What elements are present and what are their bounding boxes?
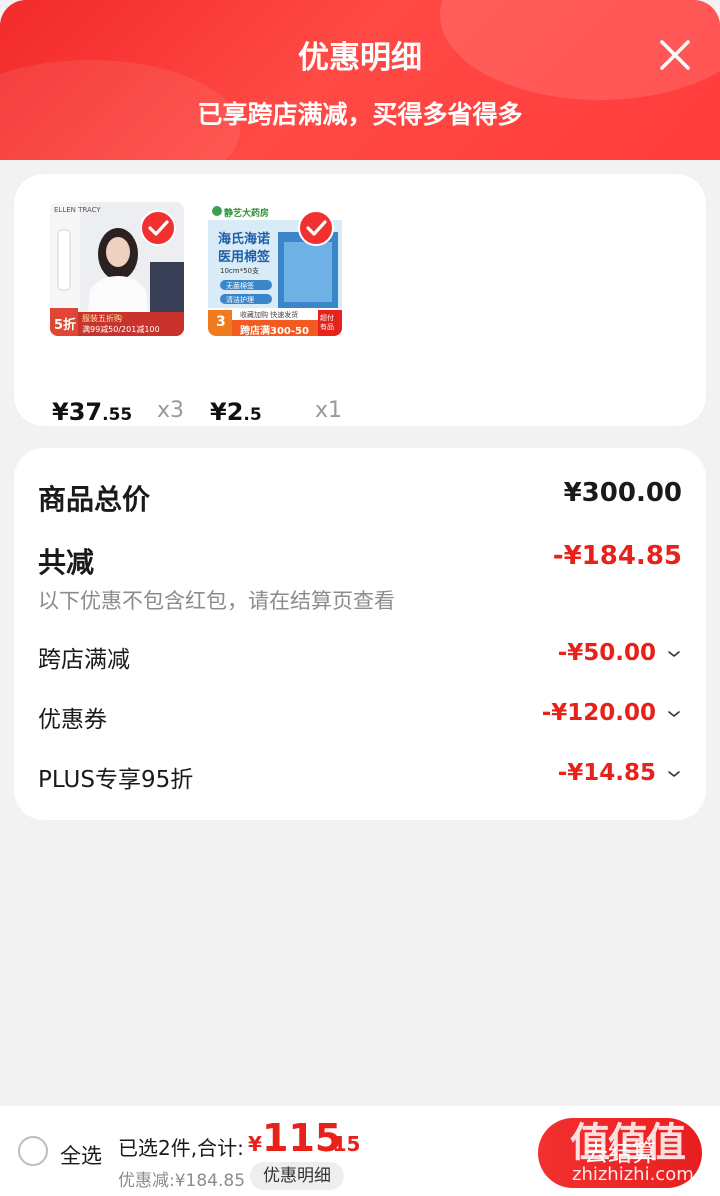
discount-value: -¥14.85 <box>557 760 656 786</box>
discount-row-cross-store[interactable]: 跨店满减 -¥50.00 <box>38 640 682 676</box>
chevron-down-icon[interactable] <box>666 766 682 782</box>
product-item[interactable]: 静艺大药房 海氏海诺 医用棉签 10cm*50支 无菌棉签 清洁护理 3 收藏加… <box>208 202 342 426</box>
discount-detail-button[interactable]: 优惠明细 <box>250 1162 344 1190</box>
total-currency: ¥ <box>248 1132 262 1156</box>
discount-tag: 5折 <box>54 318 77 333</box>
promo-text: 满99减50/201减100 <box>82 325 160 334</box>
checkout-button[interactable]: 去结算 <box>538 1118 702 1188</box>
discount-value: -¥120.00 <box>541 700 656 726</box>
page-title: 优惠明细 <box>298 40 422 76</box>
discount-row-plus[interactable]: PLUS专享95折 -¥14.85 <box>38 760 682 796</box>
total-reduction-row: 共减 -¥184.85 <box>38 541 682 581</box>
price-integer: ¥37 <box>52 398 103 426</box>
total-price-label: 商品总价 <box>38 483 151 516</box>
product-name-line1: 海氏海诺 <box>218 232 271 247</box>
checked-icon[interactable] <box>140 210 176 246</box>
checked-icon[interactable] <box>298 210 334 246</box>
discount-value: -¥50.00 <box>557 640 656 666</box>
chevron-down-icon[interactable] <box>666 706 682 722</box>
page-subtitle: 已享跨店满减，买得多省得多 <box>197 100 523 129</box>
discount-label: 优惠券 <box>38 707 107 733</box>
selected-count-text: 已选2件,合计: <box>118 1136 244 1160</box>
store-name: 静艺大药房 <box>224 209 270 219</box>
promo-title: 收藏加购 快速发货 <box>240 311 299 319</box>
checkout-bar: 全选 已选2件,合计: ¥ 115 .15 优惠减:¥184.85 优惠明细 去… <box>0 1106 720 1196</box>
total-price-value: ¥300.00 <box>563 478 682 508</box>
select-all-label[interactable]: 全选 <box>60 1140 102 1170</box>
price-integer: ¥2 <box>210 398 244 426</box>
side-tag: 超付 有品 <box>320 314 334 331</box>
total-price-row: 商品总价 ¥300.00 <box>38 478 682 518</box>
product-tag: 清洁护理 <box>226 296 254 304</box>
discount-summary: 优惠减:¥184.85 <box>118 1171 246 1191</box>
price-decimal: .5 <box>243 405 262 425</box>
price-summary-card: 商品总价 ¥300.00 共减 -¥184.85 以下优惠不包含红包，请在结算页… <box>14 448 706 820</box>
product-price: ¥2.5 <box>210 398 262 426</box>
discount-detail-header: 优惠明细 已享跨店满减，买得多省得多 <box>0 0 720 160</box>
product-quantity: x3 <box>156 398 184 423</box>
select-all-radio[interactable] <box>18 1136 48 1166</box>
product-tag: 无菌棉签 <box>226 282 254 290</box>
discount-label: 跨店满减 <box>38 647 130 673</box>
promo-text: 跨店满300-50 <box>240 326 309 336</box>
price-decimal: .55 <box>102 405 133 425</box>
selected-products-card: ELLEN TRACY 5折 服装五折购 满99减50/201减100 ¥37.… <box>14 174 706 426</box>
product-item[interactable]: ELLEN TRACY 5折 服装五折购 满99减50/201减100 ¥37.… <box>50 202 184 426</box>
product-price: ¥37.55 <box>52 398 132 426</box>
product-name-line2: 医用棉签 <box>218 250 271 265</box>
product-image-apparel[interactable]: ELLEN TRACY 5折 服装五折购 满99减50/201减100 <box>50 202 184 336</box>
product-image-pharmacy[interactable]: 静艺大药房 海氏海诺 医用棉签 10cm*50支 无菌棉签 清洁护理 3 收藏加… <box>208 202 342 336</box>
discount-row-coupon[interactable]: 优惠券 -¥120.00 <box>38 700 682 736</box>
total-reduction-label: 共减 <box>38 546 95 579</box>
close-icon[interactable] <box>654 34 696 76</box>
promo-title: 服装五折购 <box>82 314 122 323</box>
discount-label: PLUS专享95折 <box>38 767 194 793</box>
total-amount-decimal: .15 <box>325 1132 361 1156</box>
product-quantity: x1 <box>314 398 342 423</box>
discount-note: 以下优惠不包含红包，请在结算页查看 <box>38 589 395 613</box>
product-spec: 10cm*50支 <box>220 267 259 275</box>
product-brand: ELLEN TRACY <box>54 206 101 214</box>
chevron-down-icon[interactable] <box>666 646 682 662</box>
total-reduction-value: -¥184.85 <box>552 541 682 571</box>
count-tag: 3 <box>216 314 226 330</box>
